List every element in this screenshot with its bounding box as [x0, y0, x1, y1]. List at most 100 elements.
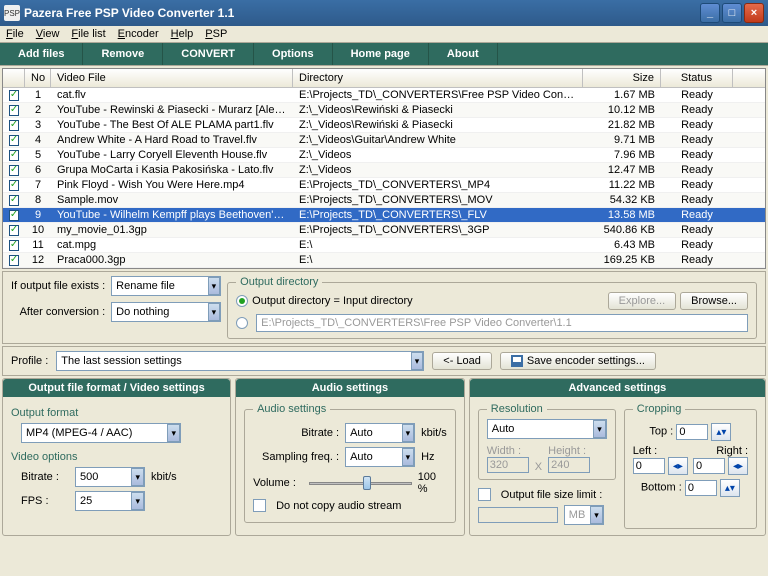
table-row[interactable]: ✓5YouTube - Larry Coryell Eleventh House…	[3, 148, 765, 163]
output-format-select[interactable]: MP4 (MPEG-4 / AAC)▾	[21, 423, 181, 443]
menu-encoder[interactable]: Encoder	[118, 28, 159, 40]
table-row[interactable]: ✓8Sample.movE:\Projects_TD\_CONVERTERS\_…	[3, 193, 765, 208]
profile-select[interactable]: The last session settings▾	[56, 351, 424, 371]
row-checkbox[interactable]: ✓	[9, 210, 19, 221]
table-row[interactable]: ✓3YouTube - The Best Of ALE PLAMA part1.…	[3, 118, 765, 133]
no-copy-audio-checkbox[interactable]	[253, 499, 266, 512]
crop-right-arrows[interactable]: ◂▸	[728, 457, 748, 475]
sampling-freq-select[interactable]: Auto▾	[345, 447, 415, 467]
header-status[interactable]: Status	[661, 69, 733, 87]
toolbar-options[interactable]: Options	[254, 43, 333, 65]
row-status: Ready	[661, 238, 733, 252]
header-size[interactable]: Size	[583, 69, 661, 87]
row-directory: E:\Projects_TD\_CONVERTERS\_MP4	[293, 178, 583, 192]
app-icon: PSP	[4, 5, 20, 21]
row-checkbox[interactable]: ✓	[9, 255, 19, 266]
table-row[interactable]: ✓11cat.mpgE:\6.43 MBReady	[3, 238, 765, 253]
menu-psp[interactable]: PSP	[205, 28, 227, 40]
menu-file-list[interactable]: File list	[71, 28, 105, 40]
resolution-select[interactable]: Auto▾	[487, 419, 607, 439]
row-checkbox[interactable]: ✓	[9, 150, 19, 161]
row-directory: Z:\_Videos\Rewiński & Piasecki	[293, 118, 583, 132]
table-row[interactable]: ✓12Praca000.3gpE:\169.25 KBReady	[3, 253, 765, 268]
audio-bitrate-select[interactable]: Auto▾	[345, 423, 415, 443]
row-checkbox[interactable]: ✓	[9, 165, 19, 176]
width-label: Width :	[487, 445, 529, 457]
row-directory: E:\Projects_TD\_CONVERTERS\Free PSP Vide…	[293, 88, 583, 102]
row-size: 54.32 KB	[583, 193, 661, 207]
crop-right-input[interactable]	[693, 458, 725, 474]
row-file: cat.mpg	[51, 238, 293, 252]
header-directory[interactable]: Directory	[293, 69, 583, 87]
toolbar-home-page[interactable]: Home page	[333, 43, 429, 65]
header-file[interactable]: Video File	[51, 69, 293, 87]
crop-bottom-input[interactable]	[685, 480, 717, 496]
toolbar: Add filesRemoveCONVERTOptionsHome pageAb…	[0, 43, 768, 66]
video-bitrate-unit: kbit/s	[151, 471, 177, 483]
resolution-fieldset: Resolution Auto▾ Width : X Height :	[478, 403, 616, 480]
row-status: Ready	[661, 133, 733, 147]
row-checkbox[interactable]: ✓	[9, 135, 19, 146]
row-no: 12	[25, 253, 51, 267]
video-bitrate-select[interactable]: 500▾	[75, 467, 145, 487]
row-checkbox[interactable]: ✓	[9, 240, 19, 251]
toolbar-convert[interactable]: CONVERT	[163, 43, 254, 65]
chevron-down-icon: ▾	[411, 352, 424, 370]
row-checkbox[interactable]: ✓	[9, 225, 19, 236]
row-directory: E:\	[293, 253, 583, 267]
volume-slider[interactable]	[309, 474, 412, 492]
menu-file[interactable]: File	[6, 28, 24, 40]
if-exists-select[interactable]: Rename file▾	[111, 276, 221, 296]
close-button[interactable]: ×	[744, 3, 764, 23]
crop-bottom-arrows[interactable]: ▴▾	[720, 479, 740, 497]
explore-button[interactable]: Explore...	[608, 292, 676, 310]
minimize-button[interactable]: _	[700, 3, 720, 23]
crop-top-arrows[interactable]: ▴▾	[711, 423, 731, 441]
table-row[interactable]: ✓6Grupa MoCarta i Kasia Pakosińska - Lat…	[3, 163, 765, 178]
chevron-down-icon: ▾	[167, 424, 180, 442]
row-checkbox[interactable]: ✓	[9, 195, 19, 206]
row-size: 11.22 MB	[583, 178, 661, 192]
table-row[interactable]: ✓2YouTube - Rewinski & Piasecki - Murarz…	[3, 103, 765, 118]
outdir-path-input[interactable]: E:\Projects_TD\_CONVERTERS\Free PSP Vide…	[256, 314, 748, 332]
size-limit-checkbox[interactable]	[478, 488, 491, 501]
toolbar-about[interactable]: About	[429, 43, 498, 65]
header-no[interactable]: No	[25, 69, 51, 87]
after-conversion-select[interactable]: Do nothing▾	[111, 302, 221, 322]
save-profile-button[interactable]: Save encoder settings...	[500, 352, 656, 370]
table-row[interactable]: ✓7Pink Floyd - Wish You Were Here.mp4E:\…	[3, 178, 765, 193]
window-titlebar: PSP Pazera Free PSP Video Converter 1.1 …	[0, 0, 768, 26]
menubar: File View File list Encoder Help PSP	[0, 26, 768, 43]
outdir-custom-radio[interactable]	[236, 317, 248, 329]
menu-help[interactable]: Help	[171, 28, 194, 40]
video-bitrate-label: Bitrate :	[21, 471, 69, 483]
table-row[interactable]: ✓10my_movie_01.3gpE:\Projects_TD\_CONVER…	[3, 223, 765, 238]
table-row[interactable]: ✓4Andrew White - A Hard Road to Travel.f…	[3, 133, 765, 148]
crop-top-input[interactable]	[676, 424, 708, 440]
row-status: Ready	[661, 88, 733, 102]
row-status: Ready	[661, 148, 733, 162]
crop-left-input[interactable]	[633, 458, 665, 474]
crop-top-label: Top :	[649, 426, 673, 438]
table-row[interactable]: ✓1cat.flvE:\Projects_TD\_CONVERTERS\Free…	[3, 88, 765, 103]
row-checkbox[interactable]: ✓	[9, 105, 19, 116]
row-checkbox[interactable]: ✓	[9, 120, 19, 131]
row-checkbox[interactable]: ✓	[9, 180, 19, 191]
row-directory: Z:\_Videos	[293, 148, 583, 162]
row-checkbox[interactable]: ✓	[9, 90, 19, 101]
fps-select[interactable]: 25▾	[75, 491, 145, 511]
maximize-button[interactable]: □	[722, 3, 742, 23]
row-no: 1	[25, 88, 51, 102]
chevron-down-icon: ▾	[402, 424, 415, 442]
row-status: Ready	[661, 178, 733, 192]
crop-left-arrows[interactable]: ◂▸	[668, 457, 688, 475]
toolbar-remove[interactable]: Remove	[83, 43, 163, 65]
toolbar-add-files[interactable]: Add files	[0, 43, 83, 65]
menu-view[interactable]: View	[36, 28, 60, 40]
browse-button[interactable]: Browse...	[680, 292, 748, 310]
crop-right-label: Right :	[693, 445, 748, 457]
chevron-down-icon: ▾	[131, 468, 144, 486]
load-profile-button[interactable]: <- Load	[432, 352, 492, 370]
table-row[interactable]: ✓9YouTube - Wilhelm Kempff plays Beethov…	[3, 208, 765, 223]
outdir-same-radio[interactable]	[236, 295, 248, 307]
